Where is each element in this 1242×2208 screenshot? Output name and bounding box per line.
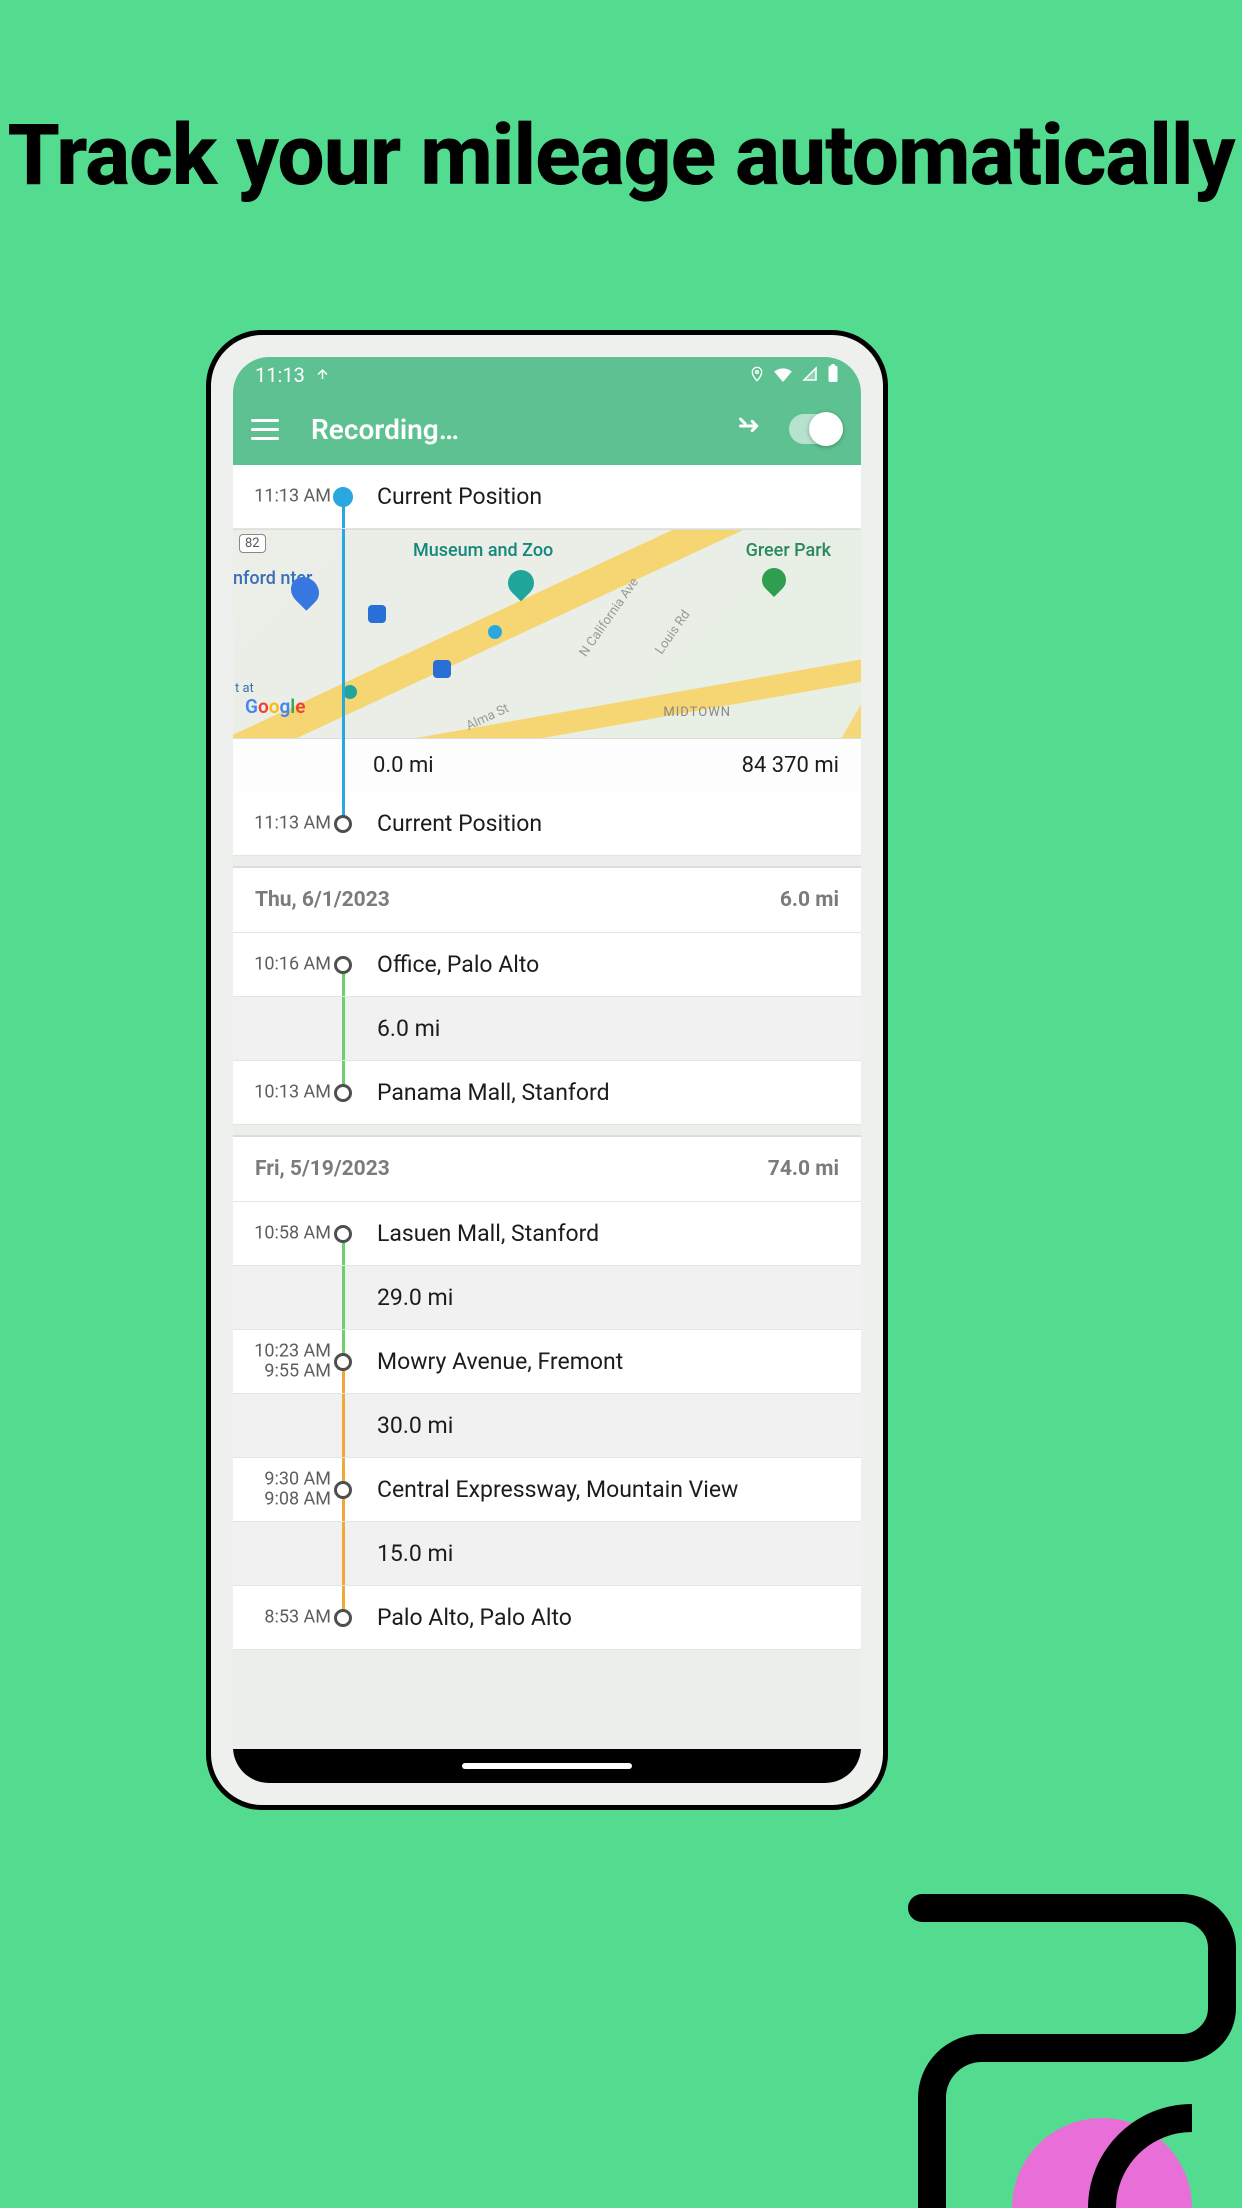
map-view[interactable]: Museum and Zoo Greer Park nford nter Alm… xyxy=(233,529,861,739)
map-road-louis: Louis Rd xyxy=(653,608,694,658)
battery-icon xyxy=(827,363,839,387)
section-header: Thu, 6/1/2023 6.0 mi xyxy=(233,866,861,933)
promo-headline: Track your mileage automatically xyxy=(0,0,1242,202)
map-stats: 0.0 mi 84 370 mi xyxy=(233,739,861,792)
trip-segment-row[interactable]: 6.0 mi xyxy=(233,997,861,1061)
signal-cellular-icon xyxy=(801,363,819,387)
map-transit-icon xyxy=(368,605,386,623)
wifi-icon xyxy=(773,363,793,387)
dot-hollow-icon xyxy=(334,1353,352,1371)
header-title: Recording… xyxy=(311,413,737,446)
section-total: 74.0 mi xyxy=(768,1157,839,1181)
trip-stop-row[interactable]: 8:53 AM Palo Alto, Palo Alto xyxy=(233,1586,861,1650)
google-logo: Google xyxy=(245,695,305,718)
nav-home-pill[interactable] xyxy=(462,1763,632,1769)
segment-distance: 15.0 mi xyxy=(355,1522,861,1585)
current-distance: 0.0 mi xyxy=(373,753,434,778)
dot-hollow-icon xyxy=(334,1084,352,1102)
dot-hollow-icon xyxy=(334,1481,352,1499)
stop-label: Central Expressway, Mountain View xyxy=(355,1458,861,1521)
stop-label: Office, Palo Alto xyxy=(355,933,861,996)
shuffle-icon[interactable] xyxy=(737,415,765,443)
app-header: Recording… xyxy=(233,393,861,465)
segment-distance: 29.0 mi xyxy=(355,1266,861,1329)
map-poi-google-at: t at xyxy=(235,681,254,696)
dot-current-icon xyxy=(333,487,353,507)
map-transit-icon xyxy=(433,660,451,678)
dot-hollow-icon xyxy=(334,815,352,833)
section-total: 6.0 mi xyxy=(780,888,839,912)
section-header: Fri, 5/19/2023 74.0 mi xyxy=(233,1135,861,1202)
map-poi-greer: Greer Park xyxy=(746,540,831,561)
map-block: Museum and Zoo Greer Park nford nter Alm… xyxy=(233,529,861,792)
status-bar: 11:13 xyxy=(233,357,861,393)
trip-stop-row[interactable]: 9:30 AM 9:08 AM Central Expressway, Moun… xyxy=(233,1458,861,1522)
section-date: Thu, 6/1/2023 xyxy=(255,888,390,912)
trip-list[interactable]: 11:13 AM Current Position Museum and Zoo… xyxy=(233,465,861,1749)
location-pin-icon xyxy=(749,363,765,387)
trip-stop-row[interactable]: 10:16 AM Office, Palo Alto xyxy=(233,933,861,997)
system-nav-bar xyxy=(233,1749,861,1783)
map-road-82: 82 xyxy=(239,534,266,553)
trip-segment-row[interactable]: 30.0 mi xyxy=(233,1394,861,1458)
dot-hollow-icon xyxy=(334,1609,352,1627)
trip-stop-row[interactable]: 10:58 AM Lasuen Mall, Stanford xyxy=(233,1202,861,1266)
current-odometer: 84 370 mi xyxy=(742,753,839,778)
stop-label: Panama Mall, Stanford xyxy=(355,1061,861,1124)
stop-label: Palo Alto, Palo Alto xyxy=(355,1586,861,1649)
current-end-row[interactable]: 11:13 AM Current Position xyxy=(233,792,861,856)
map-pin-green-icon xyxy=(757,563,791,597)
stop-label: Lasuen Mall, Stanford xyxy=(355,1202,861,1265)
segment-distance: 6.0 mi xyxy=(355,997,861,1060)
dot-hollow-icon xyxy=(334,956,352,974)
map-dot-teal-icon xyxy=(343,685,357,699)
section-date: Fri, 5/19/2023 xyxy=(255,1157,390,1181)
device-screen: 11:13 Reco xyxy=(233,357,861,1783)
decorative-graphic xyxy=(802,1768,1242,2208)
current-start-label: Current Position xyxy=(355,465,861,528)
current-end-label: Current Position xyxy=(355,792,861,855)
menu-hamburger-icon[interactable] xyxy=(251,411,287,447)
map-poi-midtown: MIDTOWN xyxy=(663,705,731,720)
trip-segment-row[interactable]: 15.0 mi xyxy=(233,1522,861,1586)
trip-stop-row[interactable]: 10:13 AM Panama Mall, Stanford xyxy=(233,1061,861,1125)
trip-segment-row[interactable]: 29.0 mi xyxy=(233,1266,861,1330)
dot-hollow-icon xyxy=(334,1225,352,1243)
device-frame: 11:13 Reco xyxy=(206,330,888,1810)
trip-stop-row[interactable]: 10:23 AM 9:55 AM Mowry Avenue, Fremont xyxy=(233,1330,861,1394)
map-poi-museum: Museum and Zoo xyxy=(413,540,553,561)
status-time: 11:13 xyxy=(255,363,305,387)
map-current-dot-icon xyxy=(488,625,502,639)
segment-distance: 30.0 mi xyxy=(355,1394,861,1457)
current-start-row[interactable]: 11:13 AM Current Position xyxy=(233,465,861,529)
recording-toggle[interactable] xyxy=(789,414,843,444)
stop-label: Mowry Avenue, Fremont xyxy=(355,1330,861,1393)
share-icon xyxy=(315,363,333,387)
